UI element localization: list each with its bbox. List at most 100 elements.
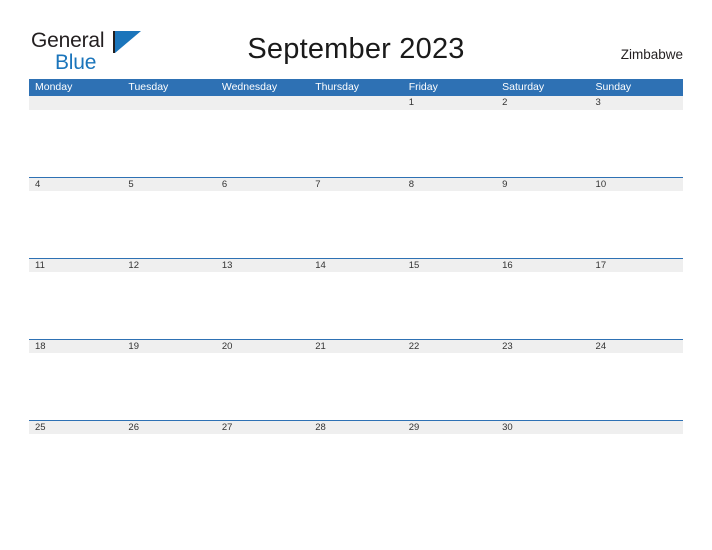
- calendar-week-row: 1 2 3: [29, 96, 683, 177]
- day-cell[interactable]: 12: [122, 258, 216, 339]
- day-cell[interactable]: 1: [402, 96, 497, 177]
- day-note-area[interactable]: [29, 191, 123, 258]
- day-note-area[interactable]: [309, 434, 403, 501]
- day-cell[interactable]: 23: [496, 339, 590, 420]
- day-cell[interactable]: [309, 96, 403, 177]
- day-cell[interactable]: 13: [215, 258, 310, 339]
- day-cell[interactable]: 25: [29, 420, 123, 501]
- day-note-area[interactable]: [122, 353, 216, 420]
- day-note-area[interactable]: [496, 434, 590, 501]
- day-note-area[interactable]: [29, 272, 123, 339]
- calendar-week-row: 4 5 6 7 8 9 10: [29, 177, 683, 258]
- day-cell[interactable]: [215, 96, 310, 177]
- day-number: 30: [496, 420, 590, 434]
- day-note-area[interactable]: [402, 110, 497, 177]
- day-number: 15: [402, 258, 497, 272]
- day-number: 22: [402, 339, 497, 353]
- day-number: 8: [402, 177, 497, 191]
- day-number: 18: [29, 339, 123, 353]
- calendar-week-row: 25 26 27 28 29 30: [29, 420, 683, 501]
- day-note-area[interactable]: [215, 272, 310, 339]
- day-number: [589, 420, 683, 434]
- day-cell[interactable]: 21: [309, 339, 403, 420]
- day-note-area[interactable]: [122, 191, 216, 258]
- day-number: 23: [496, 339, 590, 353]
- day-cell[interactable]: [29, 96, 123, 177]
- day-note-area[interactable]: [122, 434, 216, 501]
- day-number: [122, 96, 216, 110]
- day-cell[interactable]: 11: [29, 258, 123, 339]
- day-cell[interactable]: 14: [309, 258, 403, 339]
- day-note-area[interactable]: [122, 110, 216, 177]
- day-number: 10: [589, 177, 683, 191]
- day-note-area[interactable]: [29, 434, 123, 501]
- day-note-area[interactable]: [29, 353, 123, 420]
- day-cell[interactable]: 27: [215, 420, 310, 501]
- day-number: 11: [29, 258, 123, 272]
- weekday-header-saturday: Saturday: [502, 81, 545, 93]
- day-note-area[interactable]: [402, 272, 497, 339]
- day-number: 28: [309, 420, 403, 434]
- day-note-area[interactable]: [496, 191, 590, 258]
- page-title: September 2023: [247, 33, 465, 65]
- day-cell[interactable]: 8: [402, 177, 497, 258]
- day-note-area[interactable]: [402, 191, 497, 258]
- day-cell[interactable]: 16: [496, 258, 590, 339]
- weekday-header-tuesday: Tuesday: [128, 81, 169, 93]
- page-header: General Blue September 2023 Zimbabwe: [0, 0, 712, 78]
- day-cell[interactable]: [122, 96, 216, 177]
- day-number: 29: [402, 420, 497, 434]
- day-note-area[interactable]: [589, 434, 683, 501]
- day-note-area[interactable]: [215, 191, 310, 258]
- day-note-area[interactable]: [122, 272, 216, 339]
- day-cell[interactable]: 19: [122, 339, 216, 420]
- day-note-area[interactable]: [215, 110, 310, 177]
- weekday-header-wednesday: Wednesday: [221, 81, 278, 93]
- day-note-area[interactable]: [215, 353, 310, 420]
- day-cell[interactable]: 3: [589, 96, 683, 177]
- day-number: 9: [496, 177, 590, 191]
- day-cell[interactable]: 9: [496, 177, 590, 258]
- day-number: 14: [309, 258, 403, 272]
- day-cell[interactable]: 17: [589, 258, 683, 339]
- day-cell[interactable]: 10: [589, 177, 683, 258]
- day-number: 17: [589, 258, 683, 272]
- day-note-area[interactable]: [496, 272, 590, 339]
- day-cell[interactable]: [589, 420, 683, 501]
- day-cell[interactable]: 22: [402, 339, 497, 420]
- day-note-area[interactable]: [215, 434, 310, 501]
- day-note-area[interactable]: [589, 272, 683, 339]
- day-number: 3: [589, 96, 683, 110]
- day-note-area[interactable]: [589, 110, 683, 177]
- day-cell[interactable]: 28: [309, 420, 403, 501]
- day-note-area[interactable]: [309, 191, 403, 258]
- day-note-area[interactable]: [309, 272, 403, 339]
- day-cell[interactable]: 15: [402, 258, 497, 339]
- day-note-area[interactable]: [402, 434, 497, 501]
- day-cell[interactable]: 4: [29, 177, 123, 258]
- day-note-area[interactable]: [496, 110, 590, 177]
- day-cell[interactable]: 5: [122, 177, 216, 258]
- day-cell[interactable]: 24: [589, 339, 683, 420]
- day-note-area[interactable]: [589, 191, 683, 258]
- weekday-header-thursday: Thursday: [315, 81, 360, 93]
- day-cell[interactable]: 20: [215, 339, 310, 420]
- day-note-area[interactable]: [496, 353, 590, 420]
- day-cell[interactable]: 26: [122, 420, 216, 501]
- day-cell[interactable]: 29: [402, 420, 497, 501]
- weekday-header-sunday: Sunday: [595, 81, 632, 93]
- day-cell[interactable]: 2: [496, 96, 590, 177]
- day-cell[interactable]: 18: [29, 339, 123, 420]
- day-cell[interactable]: 7: [309, 177, 403, 258]
- day-note-area[interactable]: [309, 110, 403, 177]
- day-number: 7: [309, 177, 403, 191]
- day-note-area[interactable]: [309, 353, 403, 420]
- day-cell[interactable]: 6: [215, 177, 310, 258]
- day-note-area[interactable]: [402, 353, 497, 420]
- day-note-area[interactable]: [589, 353, 683, 420]
- day-number: 12: [122, 258, 216, 272]
- day-note-area[interactable]: [29, 110, 123, 177]
- day-number: 19: [122, 339, 216, 353]
- day-number: 5: [122, 177, 216, 191]
- day-cell[interactable]: 30: [496, 420, 590, 501]
